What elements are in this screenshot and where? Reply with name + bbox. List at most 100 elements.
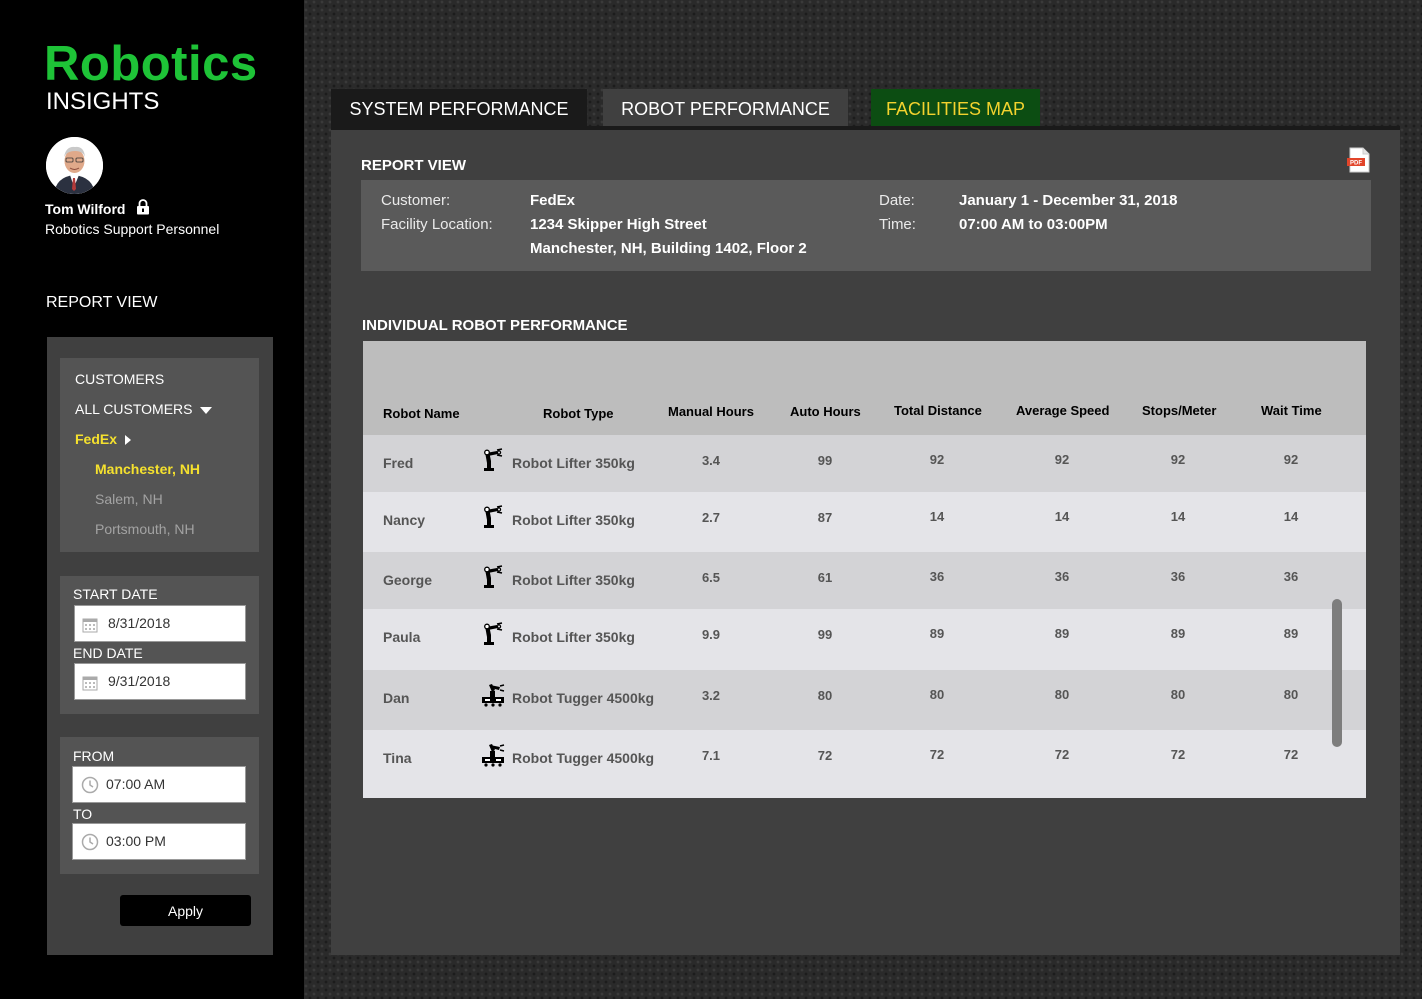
col-total-distance[interactable]: Total Distance (894, 403, 982, 418)
robot-type: Robot Tugger 4500kg (512, 690, 655, 706)
location-item-manchester[interactable]: Manchester, NH (95, 461, 200, 477)
customer-fedex-label: FedEx (75, 431, 118, 447)
customer-value: FedEx (530, 192, 576, 209)
total-distance: 80 (929, 687, 945, 702)
customer-item-fedex[interactable]: FedEx (75, 431, 132, 447)
customer-label: Customer: (381, 192, 451, 209)
robot-type: Robot Lifter 350kg (512, 572, 635, 588)
robot-arm-icon (481, 448, 505, 472)
average-speed: 72 (1054, 747, 1070, 762)
robot-type: Robot Tugger 4500kg (512, 750, 655, 766)
table-row[interactable]: Tina Robot Tugger 4500kg 7.1 72 72 72 72 72 (363, 730, 1366, 798)
user-role: Robotics Support Personnel (45, 221, 220, 237)
stops-per-meter: 89 (1170, 626, 1186, 641)
col-robot-type[interactable]: Robot Type (543, 406, 614, 421)
all-customers-label: ALL CUSTOMERS (75, 401, 193, 417)
col-robot-name[interactable]: Robot Name (383, 406, 460, 421)
auto-hours: 72 (817, 748, 833, 763)
total-distance: 36 (929, 569, 945, 584)
average-speed: 14 (1054, 509, 1070, 524)
table-row[interactable]: Fred Robot Lifter 350kg 3.4 99 92 92 92 92 (363, 435, 1366, 492)
robot-name: Paula (383, 629, 421, 645)
total-distance: 14 (929, 509, 945, 524)
manual-hours: 7.1 (701, 748, 721, 763)
total-distance: 72 (929, 747, 945, 762)
apply-button[interactable]: Apply (120, 895, 251, 926)
date-value: January 1 - December 31, 2018 (959, 192, 1178, 209)
location-line1: 1234 Skipper High Street (530, 216, 707, 233)
avatar[interactable] (46, 137, 103, 194)
table-row[interactable]: Paula Robot Lifter 350kg 9.9 99 89 89 89 89 (363, 609, 1366, 670)
time-filter: FROM 07:00 AM TO 03:00 PM (60, 737, 259, 874)
start-date-input[interactable]: 8/31/2018 (74, 605, 246, 642)
auto-hours: 61 (817, 570, 833, 585)
user-name: Tom Wilford (45, 201, 126, 217)
robot-arm-icon (481, 565, 505, 589)
location-item-salem[interactable]: Salem, NH (95, 491, 163, 507)
average-speed: 89 (1054, 626, 1070, 641)
robot-type: Robot Lifter 350kg (512, 455, 635, 471)
stops-per-meter: 92 (1170, 452, 1186, 467)
customer-filter: CUSTOMERS ALL CUSTOMERS FedEx Manchester… (60, 358, 259, 552)
wait-time: 89 (1283, 626, 1299, 641)
average-speed: 36 (1054, 569, 1070, 584)
total-distance: 89 (929, 626, 945, 641)
col-average-speed[interactable]: Average Speed (1016, 403, 1109, 418)
total-distance: 92 (929, 452, 945, 467)
robot-arm-icon (481, 505, 505, 529)
robot-name: George (383, 572, 433, 588)
auto-hours: 99 (817, 627, 833, 642)
report-info-box: Customer: FedEx Facility Location: 1234 … (361, 180, 1371, 271)
average-speed: 80 (1054, 687, 1070, 702)
wait-time: 14 (1283, 509, 1299, 524)
pdf-icon[interactable]: PDF (1347, 147, 1371, 173)
col-stops-meter[interactable]: Stops/Meter (1142, 403, 1216, 418)
table-scrollbar[interactable] (1332, 599, 1342, 747)
all-customers-dropdown[interactable]: ALL CUSTOMERS (75, 401, 213, 417)
sidebar-report-view-title: REPORT VIEW (46, 294, 158, 311)
customers-label: CUSTOMERS (75, 371, 165, 387)
chevron-down-icon (200, 406, 213, 414)
col-auto-hours[interactable]: Auto Hours (790, 404, 861, 419)
table-row[interactable]: Dan Robot Tugger 4500kg 3.2 80 80 80 80 80 (363, 670, 1366, 730)
auto-hours: 99 (817, 453, 833, 468)
pdf-icon-text: PDF (1350, 161, 1362, 167)
robot-arm-icon (481, 622, 505, 646)
robot-name: Nancy (383, 512, 426, 528)
manual-hours: 2.7 (701, 510, 721, 525)
wait-time: 72 (1283, 747, 1299, 762)
table-row[interactable]: George Robot Lifter 350kg 6.5 61 36 36 36 36 (363, 552, 1366, 609)
manual-hours: 3.2 (701, 688, 721, 703)
location-item-portsmouth[interactable]: Portsmouth, NH (95, 521, 195, 537)
report-view-title: REPORT VIEW (361, 157, 467, 174)
brand-title: Robotics (44, 37, 258, 91)
tab-robot-performance[interactable]: ROBOT PERFORMANCE (603, 89, 848, 130)
tab-system-performance[interactable]: SYSTEM PERFORMANCE (331, 89, 587, 130)
lock-icon[interactable] (136, 199, 150, 215)
wait-time: 36 (1283, 569, 1299, 584)
tab-facilities-map[interactable]: FACILITIES MAP (871, 89, 1040, 130)
date-filter: START DATE 8/31/2018 END DATE 9/31/2018 (60, 576, 259, 714)
col-wait-time[interactable]: Wait Time (1261, 403, 1322, 418)
wait-time: 80 (1283, 687, 1299, 702)
stops-per-meter: 36 (1170, 569, 1186, 584)
tugger-robot-icon (481, 683, 505, 707)
calendar-icon (82, 676, 98, 691)
table-header: Robot Name Robot Type Manual Hours Auto … (363, 341, 1366, 435)
col-manual-hours[interactable]: Manual Hours (668, 404, 754, 419)
filters-panel: CUSTOMERS ALL CUSTOMERS FedEx Manchester… (47, 337, 273, 955)
avatar-photo (46, 137, 103, 194)
robot-name: Dan (383, 690, 410, 706)
manual-hours: 6.5 (701, 570, 721, 585)
chevron-right-icon (125, 435, 132, 446)
location-label: Facility Location: (381, 216, 493, 233)
stops-per-meter: 72 (1170, 747, 1186, 762)
robot-name: Tina (383, 750, 412, 766)
end-date-label: END DATE (73, 645, 143, 661)
end-date-input[interactable]: 9/31/2018 (74, 663, 246, 700)
table-row[interactable]: Nancy Robot Lifter 350kg 2.7 87 14 14 14 14 (363, 492, 1366, 552)
location-line2: Manchester, NH, Building 1402, Floor 2 (530, 240, 807, 257)
robot-name: Fred (383, 455, 414, 471)
to-label: TO (73, 806, 93, 822)
stops-per-meter: 14 (1170, 509, 1186, 524)
